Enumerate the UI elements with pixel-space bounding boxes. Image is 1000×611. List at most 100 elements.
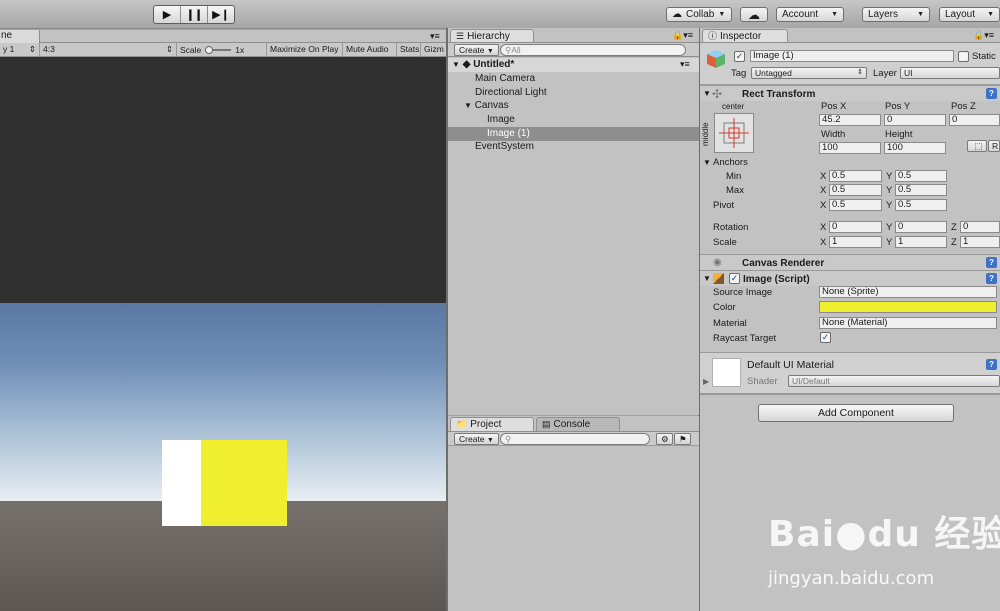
pivot-y-field[interactable]: 0.5 <box>895 199 947 211</box>
play-button[interactable]: ▶ <box>154 6 181 23</box>
image-enabled-checkbox[interactable]: ✓ <box>729 273 740 284</box>
panel-menu-icon[interactable]: 🔒▾≡ <box>672 30 693 41</box>
layers-dropdown[interactable]: Layers ▼ <box>862 7 930 22</box>
tab-console[interactable]: ▤ Console <box>536 417 620 431</box>
rotation-z-field[interactable]: 0 <box>960 221 1000 233</box>
stats-toggle[interactable]: Stats <box>397 43 421 57</box>
project-create-button[interactable]: Create ▼ <box>454 433 499 445</box>
anchor-max-y-value: 0.5 <box>898 184 912 195</box>
expand-arrow-icon[interactable]: ▶ <box>703 377 709 386</box>
collapse-arrow-icon[interactable]: ▼ <box>703 89 711 98</box>
tag-label: Tag <box>731 68 747 79</box>
scale-z-field[interactable]: 1 <box>960 236 1000 248</box>
panel-menu-icon[interactable]: ▾≡ <box>430 31 440 42</box>
anchor-max-x-field[interactable]: 0.5 <box>829 184 882 196</box>
maximize-on-play-toggle[interactable]: Maximize On Play <box>267 43 343 57</box>
game-controls-bar: y 1 ⇕ 4:3 ⇕ Scale 1x Maximize On Play Mu… <box>0 43 446 57</box>
aspect-dropdown[interactable]: 4:3 ⇕ <box>40 43 177 57</box>
layer-dropdown[interactable]: UI <box>900 67 1000 79</box>
rotation-y-field[interactable]: 0 <box>895 221 947 233</box>
hierarchy-item-main-camera[interactable]: Main Camera <box>475 72 535 86</box>
hierarchy-item-image-1[interactable]: Image (1) <box>448 127 699 141</box>
anchor-max-y-field[interactable]: 0.5 <box>895 184 947 196</box>
tab-project[interactable]: 📁 Project <box>450 417 534 431</box>
pivot-x-value: 0.5 <box>832 199 846 210</box>
project-search-input[interactable]: ⚲ <box>500 433 650 445</box>
collapse-arrow-icon[interactable]: ▼ <box>703 274 711 283</box>
hierarchy-item-label: Image <box>487 114 515 125</box>
pivot-x-field[interactable]: 0.5 <box>829 199 882 211</box>
object-name-field[interactable]: Image (1) <box>750 50 954 62</box>
shader-value: UI/Default <box>792 376 830 386</box>
display-dropdown[interactable]: y 1 ⇕ <box>0 43 40 57</box>
rect-transform-header[interactable]: ▼ ✣ Rect Transform ? <box>700 85 1000 101</box>
color-field[interactable] <box>819 301 997 313</box>
blueprint-mode-button[interactable]: ⬚ <box>967 140 987 152</box>
gameobject-cube-icon <box>706 49 726 69</box>
filter-by-type-button[interactable]: ⚙ <box>656 433 673 445</box>
chevron-down-icon: ▼ <box>486 48 494 55</box>
rotation-x-field[interactable]: 0 <box>829 221 882 233</box>
axis-y-label: Y <box>886 237 893 248</box>
main-toolbar: ▶ ❙❙ ▶❙ ☁ Collab ▼ ☁ Account ▼ Layers ▼ … <box>0 0 1000 29</box>
gizmos-dropdown[interactable]: Gizm <box>421 43 446 57</box>
image-script-header[interactable]: ▼ ✓ Image (Script) ? <box>700 270 1000 286</box>
pos-z-field[interactable]: 0 <box>949 114 1000 126</box>
cloud-button[interactable]: ☁ <box>740 7 768 22</box>
axis-z-label: Z <box>951 237 957 248</box>
material-field[interactable]: None (Material) <box>819 317 997 329</box>
slider-thumb[interactable] <box>205 46 214 54</box>
pos-x-field[interactable]: 45.2 <box>819 114 881 126</box>
tab-inspector[interactable]: ⓘ Inspector <box>702 29 788 43</box>
white-ui-image <box>162 440 202 526</box>
hierarchy-item-directional-light[interactable]: Directional Light <box>475 86 547 100</box>
layers-label: Layers <box>868 9 899 20</box>
help-icon[interactable]: ? <box>986 257 997 268</box>
hierarchy-create-button[interactable]: Create ▼ <box>454 44 499 56</box>
pos-y-field[interactable]: 0 <box>884 114 946 126</box>
help-icon[interactable]: ? <box>986 88 997 99</box>
collab-button[interactable]: ☁ Collab ▼ <box>666 7 732 22</box>
account-dropdown[interactable]: Account ▼ <box>776 7 844 22</box>
collapse-arrow-icon[interactable]: ▼ <box>703 158 711 167</box>
expand-arrow-icon[interactable]: ▼ <box>452 60 460 69</box>
mute-audio-toggle[interactable]: Mute Audio <box>343 43 397 57</box>
static-checkbox[interactable] <box>958 51 969 62</box>
canvas-renderer-header[interactable]: ◉ Canvas Renderer ? <box>700 254 1000 270</box>
step-button[interactable]: ▶❙ <box>208 6 234 23</box>
help-icon[interactable]: ? <box>986 359 997 370</box>
panel-menu-icon[interactable]: 🔒▾≡ <box>973 30 994 41</box>
active-checkbox[interactable]: ✓ <box>734 51 745 62</box>
canvas-renderer-title: Canvas Renderer <box>742 258 825 269</box>
scene-row[interactable]: ▼ ◆ Untitled* ▾≡ <box>448 58 699 72</box>
hierarchy-item-canvas[interactable]: ▼ Canvas <box>464 99 509 113</box>
help-icon[interactable]: ? <box>986 273 997 284</box>
raw-edit-button[interactable]: R <box>988 140 1000 152</box>
height-field[interactable]: 100 <box>884 142 946 154</box>
raycast-target-checkbox[interactable]: ✓ <box>820 332 831 343</box>
layout-dropdown[interactable]: Layout ▼ <box>939 7 1000 22</box>
anchor-min-y-field[interactable]: 0.5 <box>895 170 947 182</box>
scene-menu-icon[interactable]: ▾≡ <box>680 58 690 71</box>
add-component-button[interactable]: Add Component <box>758 404 954 422</box>
anchor-presets-button[interactable] <box>714 113 754 153</box>
filter-by-label-button[interactable]: ⚑ <box>674 433 691 445</box>
width-field[interactable]: 100 <box>819 142 881 154</box>
tag-dropdown[interactable]: Untagged ⇕ <box>751 67 867 79</box>
pause-button[interactable]: ❙❙ <box>181 6 208 23</box>
shader-dropdown[interactable]: UI/Default <box>788 375 1000 387</box>
source-image-field[interactable]: None (Sprite) <box>819 286 997 298</box>
scale-x-field[interactable]: 1 <box>829 236 882 248</box>
expand-arrow-icon[interactable]: ▼ <box>464 101 472 110</box>
rotation-z-value: 0 <box>963 221 969 232</box>
hierarchy-search-input[interactable]: ⚲All <box>500 44 686 56</box>
hierarchy-item-image[interactable]: Image <box>487 113 515 127</box>
pivot-label: Pivot <box>713 200 735 211</box>
tab-game[interactable]: ne <box>0 30 40 43</box>
scale-y-field[interactable]: 1 <box>895 236 947 248</box>
anchor-min-x-field[interactable]: 0.5 <box>829 170 882 182</box>
scale-slider[interactable] <box>205 46 232 54</box>
hierarchy-item-eventsystem[interactable]: EventSystem <box>475 140 534 154</box>
tab-hierarchy[interactable]: ☰ Hierarchy <box>450 29 534 43</box>
layout-label: Layout <box>945 9 976 20</box>
